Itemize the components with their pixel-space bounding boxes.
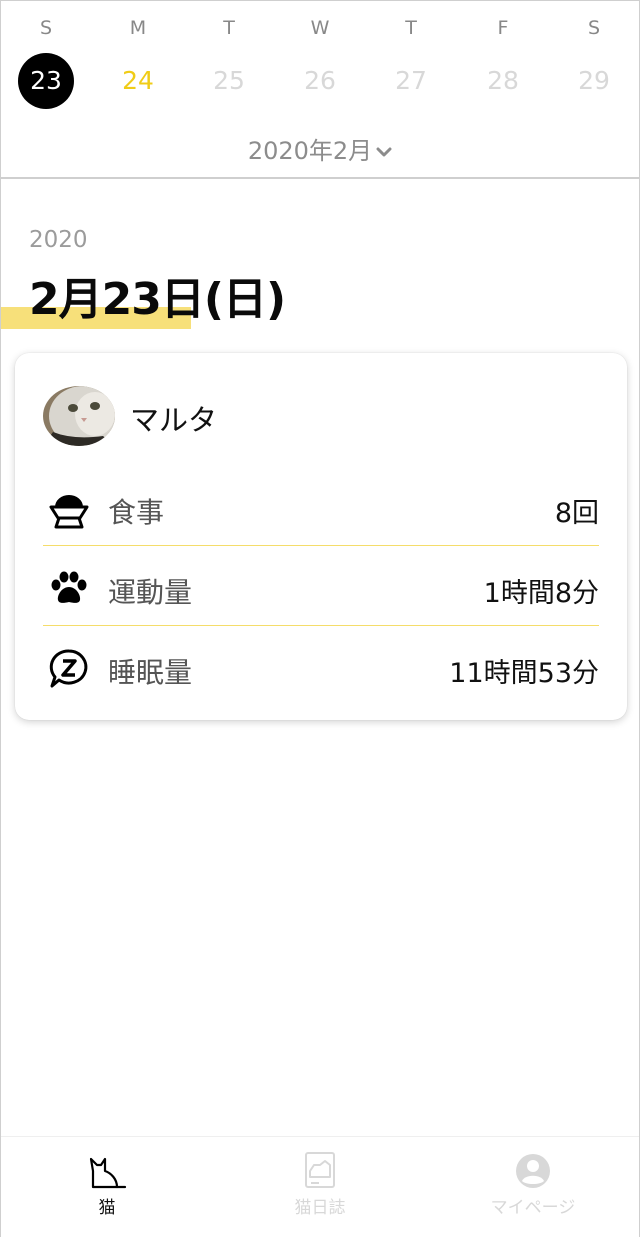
tab-mypage[interactable]: マイページ [427,1137,639,1237]
tab-label: 猫 [98,1198,116,1218]
diary-icon [300,1151,340,1191]
day-date: 28 [487,66,519,95]
month-picker[interactable]: 2020年2月 [1,131,639,166]
day-of-week: W [310,17,330,39]
day-of-week: S [39,17,53,39]
sleep-icon [47,647,91,691]
tab-diary[interactable]: 猫日誌 [214,1137,426,1237]
day-of-week: M [129,17,147,39]
stat-row-sleep: 睡眠量 11時間53分 [43,635,599,699]
day-of-week: T [223,17,235,39]
pet-summary-card[interactable]: マルタ 食事 8回 運動量 1時間8分 睡眠量 11時間53分 [15,353,627,720]
stat-label: 食事 [108,496,165,529]
stat-label: 睡眠量 [108,656,193,689]
stat-label: 運動量 [108,576,193,609]
bottom-tab-bar: 猫 猫日誌 マイページ [1,1136,639,1237]
day-date: 29 [578,66,610,95]
paw-icon [47,567,91,611]
stat-value: 11時間53分 [449,658,599,689]
cat-icon [87,1151,127,1191]
food-bowl-icon [47,487,91,531]
avatar [43,386,115,446]
month-label: 2020年2月 [247,137,373,165]
pet-name: マルタ [130,403,218,437]
year-label: 2020 [29,227,88,253]
tab-label: 猫日誌 [294,1198,346,1218]
divider [43,625,599,626]
tab-cat[interactable]: 猫 [1,1137,213,1237]
day-date: 26 [304,66,336,95]
profile-icon [513,1151,553,1191]
tab-label: マイページ [490,1198,576,1218]
day-of-week: F [497,17,509,39]
stat-value: 8回 [554,498,599,529]
day-date: 27 [395,66,427,95]
day-date-today[interactable]: 24 [110,53,166,109]
stat-value: 1時間8分 [483,578,599,609]
stat-row-exercise: 運動量 1時間8分 [43,555,599,619]
day-of-week: S [587,17,601,39]
divider [43,545,599,546]
page-title: 2月23日(日) [29,274,286,325]
day-date: 25 [213,66,245,95]
day-of-week: T [405,17,417,39]
stat-row-food: 食事 8回 [43,475,599,539]
day-date-selected[interactable]: 23 [18,53,74,109]
chevron-down-icon [376,136,392,164]
week-strip: S 23 M 24 T 25 W 26 T 27 F 28 S 29 2020年… [1,1,639,179]
